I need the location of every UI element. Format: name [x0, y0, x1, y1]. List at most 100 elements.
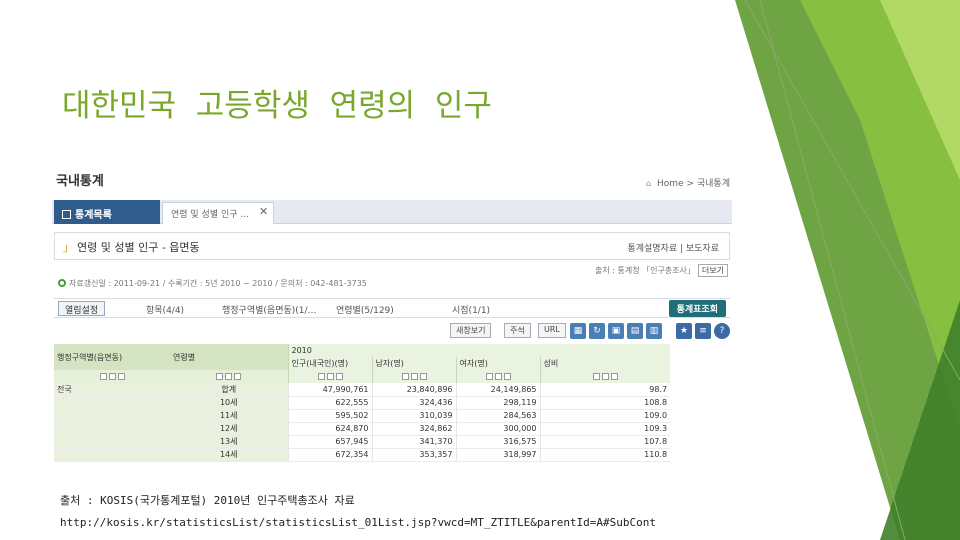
table-row: 전국 합계 47,990,761 23,840,896 24,149,865 9…: [54, 383, 671, 397]
table-name: 」 연령 및 성별 인구 - 읍면동: [63, 239, 200, 255]
view-option-button[interactable]: 새창보기: [450, 323, 492, 338]
filter-region[interactable]: 행정구역별(읍면동)(1/…: [222, 303, 317, 316]
age-cell: 14세: [170, 448, 288, 462]
male-cell: 23,840,896: [371, 383, 456, 397]
total-cell: 672,354: [287, 448, 372, 462]
note-button[interactable]: 주석: [504, 323, 531, 338]
total-cell: 595,502: [287, 409, 372, 423]
col-header-region: 행정구역별(읍면동): [54, 344, 170, 370]
chart-icon[interactable]: ▤: [627, 323, 643, 339]
col-header-female: 여자(명): [455, 357, 540, 370]
age-cell: 11세: [170, 409, 288, 423]
kosis-screenshot: 국내통계 ⌂ Home > 국내통계 통계목록 연령 및 성별 인구 ... ✕ …: [52, 162, 732, 478]
ratio-controls[interactable]: [539, 370, 671, 383]
slide-title: 대한민국 고등학생 연령의 인구: [62, 88, 492, 124]
female-controls[interactable]: [455, 370, 540, 383]
region-cell: [54, 448, 170, 462]
col-header-age: 연령별: [170, 344, 288, 370]
page-title: 국내통계: [56, 174, 104, 189]
region-cell: [54, 396, 170, 410]
table-row: 12세 624,870 324,862 300,000 109.3: [54, 422, 671, 436]
ratio-cell: 109.3: [539, 422, 671, 436]
save-icon[interactable]: ▣: [608, 323, 624, 339]
female-cell: 24,149,865: [455, 383, 540, 397]
url-button[interactable]: URL: [538, 323, 566, 338]
ratio-cell: 98.7: [539, 383, 671, 397]
table-name-text: 연령 및 성별 인구 - 읍면동: [77, 241, 200, 254]
female-cell: 300,000: [455, 422, 540, 436]
info-icon: [58, 279, 66, 287]
breadcrumb-text[interactable]: Home > 국내통계: [657, 179, 730, 189]
table-title-bar: 」 연령 및 성별 인구 - 읍면동 통계설명자료 | 보도자료: [54, 232, 730, 260]
list-icon: [62, 210, 71, 219]
refresh-icon[interactable]: ↻: [589, 323, 605, 339]
source-url[interactable]: http://kosis.kr/statisticsList/statistic…: [60, 516, 656, 529]
total-cell: 657,945: [287, 435, 372, 449]
source-line: 출처 : 통계청 「인구총조사」 더보기: [595, 264, 728, 277]
tab-current-table[interactable]: 연령 및 성별 인구 ...: [162, 202, 274, 224]
filter-row: 열림설정 항목(4/4) 행정구역별(읍면동)(1/… 연령별(5/129) 시…: [54, 298, 730, 318]
table-row: 11세 595,502 310,039 284,563 109.0: [54, 409, 671, 423]
region-controls[interactable]: [54, 370, 170, 383]
decor-dark-band: [735, 0, 960, 540]
decor-bottom-band: [880, 300, 960, 540]
total-cell: 622,555: [287, 396, 372, 410]
help-icon[interactable]: ?: [714, 323, 730, 339]
col-header-ratio: 성비: [539, 357, 671, 370]
more-button[interactable]: 더보기: [697, 264, 728, 277]
table-row: 13세 657,945 341,370 316,575 107.8: [54, 435, 671, 449]
female-cell: 318,997: [455, 448, 540, 462]
grid-icon[interactable]: ▦: [570, 323, 586, 339]
info-line-text: 자료갱신일 : 2011-09-21 / 수록기간 : 5년 2010 ~ 20…: [69, 279, 367, 288]
male-cell: 341,370: [371, 435, 456, 449]
male-cell: 310,039: [371, 409, 456, 423]
age-controls[interactable]: [170, 370, 288, 383]
ratio-cell: 109.0: [539, 409, 671, 423]
print-icon[interactable]: ▥: [646, 323, 662, 339]
filter-age[interactable]: 연령별(5/129): [336, 303, 394, 316]
close-icon[interactable]: ✕: [259, 205, 268, 218]
breadcrumb: ⌂ Home > 국내통계: [646, 176, 730, 189]
decor-line-2: [759, 0, 906, 540]
col-header-total: 인구(내국인)(명): [287, 357, 372, 370]
decor-light-band: [800, 0, 960, 430]
male-cell: 324,862: [371, 422, 456, 436]
female-cell: 284,563: [455, 409, 540, 423]
layout-button[interactable]: 열림설정: [58, 301, 106, 316]
filter-time[interactable]: 시점(1/1): [452, 303, 490, 316]
ratio-cell: 110.8: [539, 448, 671, 462]
ratio-cell: 108.8: [539, 396, 671, 410]
total-cell: 47,990,761: [287, 383, 372, 397]
star-icon[interactable]: ★: [676, 323, 692, 339]
age-cell: 10세: [170, 396, 288, 410]
male-cell: 353,357: [371, 448, 456, 462]
total-controls[interactable]: [287, 370, 372, 383]
tab-stat-list-label: 통계목록: [75, 210, 112, 221]
filter-item[interactable]: 항목(4/4): [146, 303, 184, 316]
ratio-cell: 107.8: [539, 435, 671, 449]
male-controls[interactable]: [371, 370, 456, 383]
home-icon: ⌂: [646, 179, 652, 188]
region-cell: [54, 422, 170, 436]
tab-stat-list[interactable]: 통계목록: [54, 200, 160, 224]
age-cell: 12세: [170, 422, 288, 436]
region-cell: [54, 435, 170, 449]
decor-pale-band: [880, 0, 960, 180]
tab-bar: 통계목록 연령 및 성별 인구 ... ✕: [52, 200, 732, 224]
search-button[interactable]: 통계표조회: [668, 300, 726, 317]
age-cell: 합계: [170, 383, 288, 397]
female-cell: 316,575: [455, 435, 540, 449]
col-header-year: 2010: [287, 344, 671, 357]
region-cell: 전국: [54, 383, 170, 397]
table-row: 14세 672,354 353,357 318,997 110.8: [54, 448, 671, 462]
table-links[interactable]: 통계설명자료 | 보도자료: [627, 241, 719, 254]
list-view-icon[interactable]: ≡: [695, 323, 711, 339]
age-cell: 13세: [170, 435, 288, 449]
info-line: 자료갱신일 : 2011-09-21 / 수록기간 : 5년 2010 ~ 20…: [58, 278, 367, 289]
toolbar: 새창보기 주석 URL ▦ ↻ ▣ ▤ ▥ ★ ≡ ?: [52, 322, 732, 340]
source-line-text: 출처 : 통계청 「인구총조사」: [594, 266, 695, 275]
source-caption: 출처 : KOSIS(국가통계포털) 2010년 인구주택총조사 자료: [60, 494, 355, 507]
data-grid: 행정구역별(읍면동) 연령별 2010 인구(내국인)(명) 남자(명) 여자(…: [54, 344, 671, 462]
female-cell: 298,119: [455, 396, 540, 410]
decor-line-1: [744, 0, 960, 381]
